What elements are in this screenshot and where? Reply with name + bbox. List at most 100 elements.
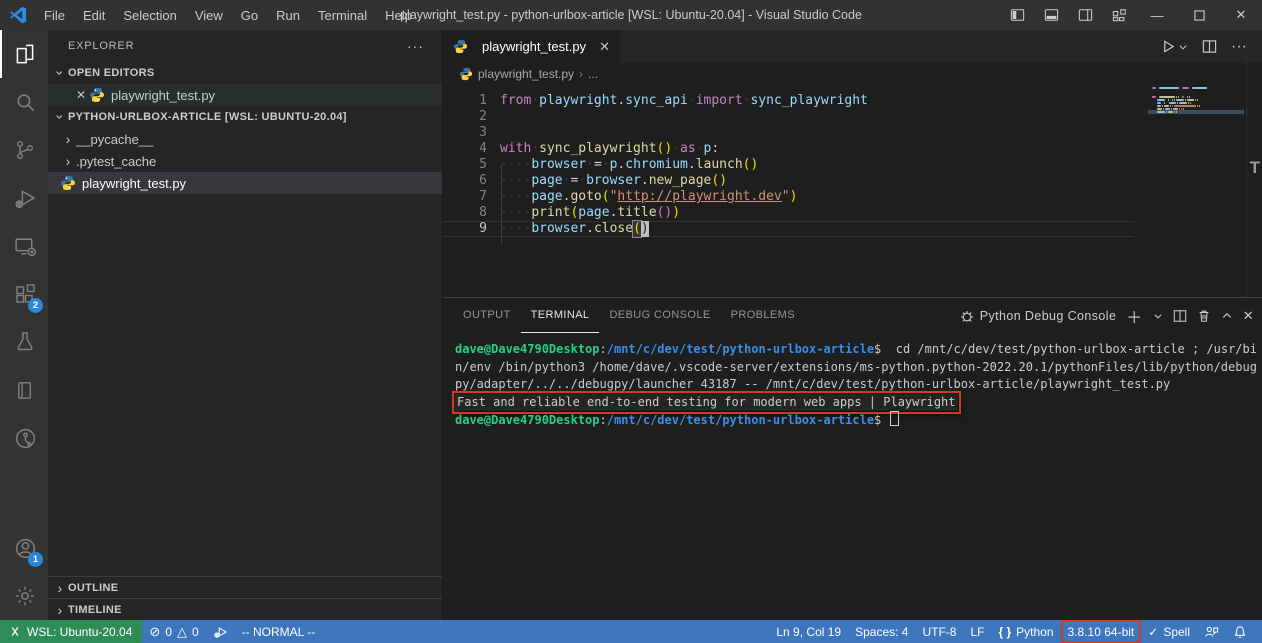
panel-tab-output[interactable]: OUTPUT [453, 298, 521, 333]
more-actions-icon[interactable]: ··· [1226, 38, 1252, 56]
status-language-mode[interactable]: { }Python [991, 620, 1060, 643]
split-editor-icon[interactable] [1197, 39, 1222, 54]
code-line-2[interactable]: 2 [443, 109, 1134, 125]
outline-header[interactable]: › OUTLINE [48, 576, 442, 598]
file-label: __pycache__ [76, 132, 153, 147]
status-run-debug-status[interactable] [206, 620, 235, 643]
code-line-7[interactable]: 7····page.goto("http://playwright.dev") [443, 189, 1134, 205]
code-line-1[interactable]: 1from·playwright.sync_api·import·sync_pl… [443, 93, 1134, 109]
minimap-token [1152, 87, 1156, 89]
new-terminal-icon[interactable]: ＋ [1126, 304, 1142, 328]
explorer-more-actions[interactable]: ··· [407, 38, 424, 54]
breadcrumb-file[interactable]: playwright_test.py [478, 67, 574, 81]
status-remote-indicator[interactable]: WSL: Ubuntu-20.04 [0, 620, 142, 643]
status-vim-mode[interactable]: -- NORMAL -- [235, 620, 323, 643]
tab-close-icon[interactable]: ✕ [599, 39, 610, 55]
code-token: ( [602, 189, 610, 205]
run-and-debug-icon[interactable] [0, 174, 48, 222]
minimap-token [1168, 99, 1169, 101]
remote-explorer-icon[interactable] [0, 222, 48, 270]
toggle-sidebar-icon[interactable] [1000, 0, 1034, 30]
status-python-interpreter[interactable]: 3.8.10 64-bit [1061, 620, 1142, 643]
line-number: 3 [443, 125, 487, 141]
terminal-dropdown-icon[interactable] [1153, 311, 1163, 321]
run-python-file-button[interactable] [1156, 39, 1193, 54]
status-encoding[interactable]: UTF-8 [915, 620, 963, 643]
status-cursor-position[interactable]: Ln 9, Col 19 [769, 620, 848, 643]
panel-tab-problems[interactable]: PROBLEMS [721, 298, 805, 333]
breadcrumb[interactable]: playwright_test.py › ... [443, 63, 1262, 85]
kill-terminal-icon[interactable] [1197, 309, 1211, 323]
scrollbar[interactable] [1246, 30, 1247, 297]
code-line-5[interactable]: 5····browser·=·p.chromium.launch() [443, 157, 1134, 173]
notebook-icon[interactable] [0, 366, 48, 414]
activity-bar-top: 2 [0, 30, 48, 462]
status-eol[interactable]: LF [963, 620, 991, 643]
code-line-3[interactable]: 3 [443, 125, 1134, 141]
timeline-header[interactable]: › TIMELINE [48, 598, 442, 620]
code-token: · [602, 157, 610, 173]
panel-tab-terminal[interactable]: TERMINAL [521, 298, 600, 333]
minimize-button[interactable]: — [1136, 0, 1178, 30]
open-editors-header[interactable]: › OPEN EDITORS [48, 62, 442, 84]
status-problems[interactable]: ⊘0△0 [142, 620, 205, 643]
close-editor-icon[interactable]: ✕ [73, 88, 89, 102]
code-line-4[interactable]: 4with·sync_playwright()·as·p: [443, 141, 1134, 157]
panel-tabs: OUTPUTTERMINALDEBUG CONSOLEPROBLEMS [453, 298, 805, 333]
menu-selection[interactable]: Selection [114, 0, 185, 30]
file-item-playwright-test-py[interactable]: playwright_test.py [48, 172, 442, 194]
toggle-panel-icon[interactable] [1034, 0, 1068, 30]
terminal-text: /mnt/c/dev/test/python-urlbox-article [607, 342, 874, 356]
toggle-secondary-sidebar-icon[interactable] [1068, 0, 1102, 30]
terminal-text: $ [874, 413, 888, 427]
testing-icon[interactable] [0, 318, 48, 366]
open-editor-item[interactable]: ✕ playwright_test.py [48, 84, 442, 106]
panel-tab-debug-console[interactable]: DEBUG CONSOLE [599, 298, 720, 333]
code-line-6[interactable]: 6····page·=·browser.new_page() [443, 173, 1134, 189]
settings-gear-icon[interactable] [0, 572, 48, 620]
tab-playwright-test[interactable]: playwright_test.py ✕ [443, 30, 620, 63]
menu-run[interactable]: Run [267, 0, 309, 30]
status-indentation[interactable]: Spaces: 4 [848, 620, 915, 643]
menu-file[interactable]: File [35, 0, 74, 30]
code-line-8[interactable]: 8····print(page.title()) [443, 205, 1134, 221]
menu-terminal[interactable]: Terminal [309, 0, 376, 30]
terminal-text: : [600, 342, 607, 356]
search-icon[interactable] [0, 78, 48, 126]
status-spell-checker[interactable]: ✓Spell [1141, 620, 1197, 643]
minimap-token [1168, 111, 1173, 113]
folder-item--pycache-[interactable]: ›__pycache__ [48, 128, 442, 150]
indent-guide [501, 164, 502, 244]
debug-console-selector[interactable]: Python Debug Console [959, 308, 1117, 324]
code-token: ) [790, 189, 798, 205]
workspace-folder-header[interactable]: › PYTHON-URLBOX-ARTICLE [WSL: UBUNTU-20.… [48, 106, 442, 128]
sidebar-title: EXPLORER [68, 40, 134, 52]
minimap[interactable] [1148, 87, 1244, 297]
status-notifications[interactable] [1226, 620, 1254, 643]
menu-edit[interactable]: Edit [74, 0, 114, 30]
source-control-icon[interactable] [0, 126, 48, 174]
terminal-output[interactable]: dave@Dave4790Desktop:/mnt/c/dev/test/pyt… [443, 333, 1262, 430]
split-terminal-icon[interactable] [1173, 309, 1187, 323]
menu-go[interactable]: Go [232, 0, 267, 30]
maximize-panel-icon[interactable] [1221, 310, 1233, 322]
accounts-icon[interactable]: 1 [0, 524, 48, 572]
feedback-icon [1204, 625, 1219, 639]
warning-icon: △ [177, 624, 187, 640]
close-panel-icon[interactable]: ✕ [1243, 308, 1254, 324]
status-feedback[interactable] [1197, 620, 1226, 643]
folder-item--pytest-cache[interactable]: ›.pytest_cache [48, 150, 442, 172]
breadcrumb-more[interactable]: ... [588, 67, 598, 81]
code-token: p [610, 157, 618, 173]
code-editor[interactable]: 1from·playwright.sync_api·import·sync_pl… [443, 85, 1262, 297]
jupyter-icon[interactable] [0, 414, 48, 462]
maximize-button[interactable] [1178, 0, 1220, 30]
minimap-line [1152, 99, 1199, 101]
extensions-icon[interactable]: 2 [0, 270, 48, 318]
menu-view[interactable]: View [186, 0, 232, 30]
explorer-icon[interactable] [0, 30, 48, 78]
customize-layout-icon[interactable] [1102, 0, 1136, 30]
close-button[interactable]: ✕ [1220, 0, 1262, 30]
code-line-9[interactable]: 9····browser.close() [443, 221, 1134, 237]
code-token: " [782, 189, 790, 205]
